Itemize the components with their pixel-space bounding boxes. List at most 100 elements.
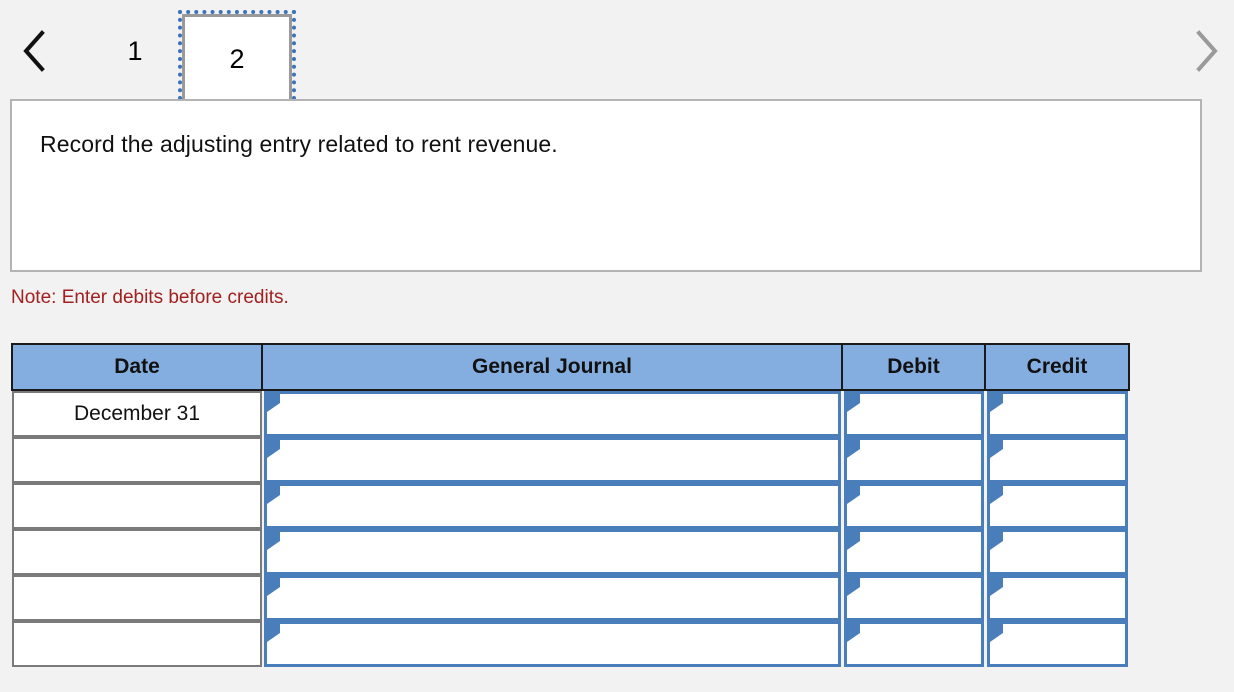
chevron-right-icon bbox=[1196, 30, 1218, 72]
account-value bbox=[287, 394, 832, 434]
table-row bbox=[12, 529, 1129, 575]
dropdown-triangle-icon bbox=[847, 486, 860, 504]
debit-input[interactable] bbox=[844, 621, 984, 667]
account-value bbox=[287, 578, 832, 618]
account-value bbox=[287, 440, 832, 480]
credit-value bbox=[1010, 578, 1119, 618]
table-row bbox=[12, 437, 1129, 483]
debit-value bbox=[867, 624, 975, 664]
dropdown-triangle-icon bbox=[847, 440, 860, 458]
tab-2-label: 2 bbox=[229, 43, 245, 74]
tab-1-label: 1 bbox=[127, 35, 143, 66]
dropdown-triangle-icon bbox=[990, 624, 1003, 642]
credit-value bbox=[1010, 486, 1119, 526]
column-header-credit: Credit bbox=[984, 343, 1130, 391]
debit-cell[interactable] bbox=[842, 575, 985, 621]
credit-value bbox=[1010, 532, 1119, 572]
account-dropdown[interactable] bbox=[264, 529, 841, 575]
dropdown-triangle-icon bbox=[847, 532, 860, 550]
dropdown-triangle-icon bbox=[847, 578, 860, 596]
table-row: December 31 bbox=[12, 390, 1129, 437]
dropdown-triangle-icon bbox=[267, 486, 280, 504]
debit-cell[interactable] bbox=[842, 621, 985, 667]
debit-value bbox=[867, 440, 975, 480]
account-dropdown[interactable] bbox=[264, 483, 841, 529]
credit-input[interactable] bbox=[987, 391, 1128, 437]
account-dropdown[interactable] bbox=[264, 391, 841, 437]
date-value bbox=[12, 575, 262, 621]
debit-value bbox=[867, 532, 975, 572]
debit-input[interactable] bbox=[844, 437, 984, 483]
date-value bbox=[12, 483, 262, 529]
column-header-general-journal: General Journal bbox=[261, 343, 843, 391]
credit-cell[interactable] bbox=[985, 437, 1129, 483]
account-cell[interactable] bbox=[262, 390, 842, 437]
chevron-left-icon bbox=[23, 30, 45, 72]
tab-1[interactable]: 1 bbox=[99, 16, 171, 86]
general-journal-table: Date General Journal Debit Credit Decemb… bbox=[11, 343, 1130, 667]
column-header-debit: Debit bbox=[841, 343, 986, 391]
date-value bbox=[12, 621, 262, 667]
requirement-panel: Record the adjusting entry related to re… bbox=[10, 99, 1202, 272]
debit-input[interactable] bbox=[844, 483, 984, 529]
account-value bbox=[287, 486, 832, 526]
credit-input[interactable] bbox=[987, 437, 1128, 483]
pager-bar: 1 2 bbox=[0, 0, 1234, 108]
dropdown-triangle-icon bbox=[990, 578, 1003, 596]
account-dropdown[interactable] bbox=[264, 437, 841, 483]
credit-cell[interactable] bbox=[985, 529, 1129, 575]
date-cell[interactable] bbox=[12, 483, 262, 529]
dropdown-triangle-icon bbox=[267, 578, 280, 596]
dropdown-triangle-icon bbox=[267, 532, 280, 550]
date-cell[interactable] bbox=[12, 621, 262, 667]
account-value bbox=[287, 624, 832, 664]
credit-cell[interactable] bbox=[985, 390, 1129, 437]
debit-cell[interactable] bbox=[842, 437, 985, 483]
debit-value bbox=[867, 578, 975, 618]
account-cell[interactable] bbox=[262, 621, 842, 667]
account-cell[interactable] bbox=[262, 575, 842, 621]
previous-page-button[interactable] bbox=[12, 22, 56, 80]
date-cell[interactable] bbox=[12, 575, 262, 621]
dropdown-triangle-icon bbox=[990, 440, 1003, 458]
date-value: December 31 bbox=[12, 391, 262, 437]
credit-cell[interactable] bbox=[985, 575, 1129, 621]
account-value bbox=[287, 532, 832, 572]
table-row bbox=[12, 621, 1129, 667]
account-cell[interactable] bbox=[262, 437, 842, 483]
next-page-button[interactable] bbox=[1184, 22, 1228, 80]
debit-cell[interactable] bbox=[842, 483, 985, 529]
credit-value bbox=[1010, 624, 1119, 664]
date-cell[interactable] bbox=[12, 437, 262, 483]
credit-input[interactable] bbox=[987, 621, 1128, 667]
account-cell[interactable] bbox=[262, 529, 842, 575]
dropdown-triangle-icon bbox=[990, 394, 1003, 412]
account-dropdown[interactable] bbox=[264, 575, 841, 621]
debit-input[interactable] bbox=[844, 529, 984, 575]
credit-cell[interactable] bbox=[985, 621, 1129, 667]
account-cell[interactable] bbox=[262, 483, 842, 529]
requirement-text: Record the adjusting entry related to re… bbox=[40, 131, 558, 157]
tab-2[interactable]: 2 bbox=[178, 10, 296, 108]
date-cell[interactable]: December 31 bbox=[12, 390, 262, 437]
table-header-row: Date General Journal Debit Credit bbox=[11, 343, 1130, 391]
date-value bbox=[12, 529, 262, 575]
debit-input[interactable] bbox=[844, 391, 984, 437]
account-dropdown[interactable] bbox=[264, 621, 841, 667]
debit-cell[interactable] bbox=[842, 529, 985, 575]
credit-value bbox=[1010, 440, 1119, 480]
dropdown-triangle-icon bbox=[267, 440, 280, 458]
credit-input[interactable] bbox=[987, 575, 1128, 621]
debit-input[interactable] bbox=[844, 575, 984, 621]
dropdown-triangle-icon bbox=[847, 624, 860, 642]
credit-input[interactable] bbox=[987, 529, 1128, 575]
dropdown-triangle-icon bbox=[847, 394, 860, 412]
debit-value bbox=[867, 394, 975, 434]
date-value bbox=[12, 437, 262, 483]
date-cell[interactable] bbox=[12, 529, 262, 575]
debit-cell[interactable] bbox=[842, 390, 985, 437]
dropdown-triangle-icon bbox=[267, 394, 280, 412]
credit-cell[interactable] bbox=[985, 483, 1129, 529]
credit-input[interactable] bbox=[987, 483, 1128, 529]
debit-value bbox=[867, 486, 975, 526]
